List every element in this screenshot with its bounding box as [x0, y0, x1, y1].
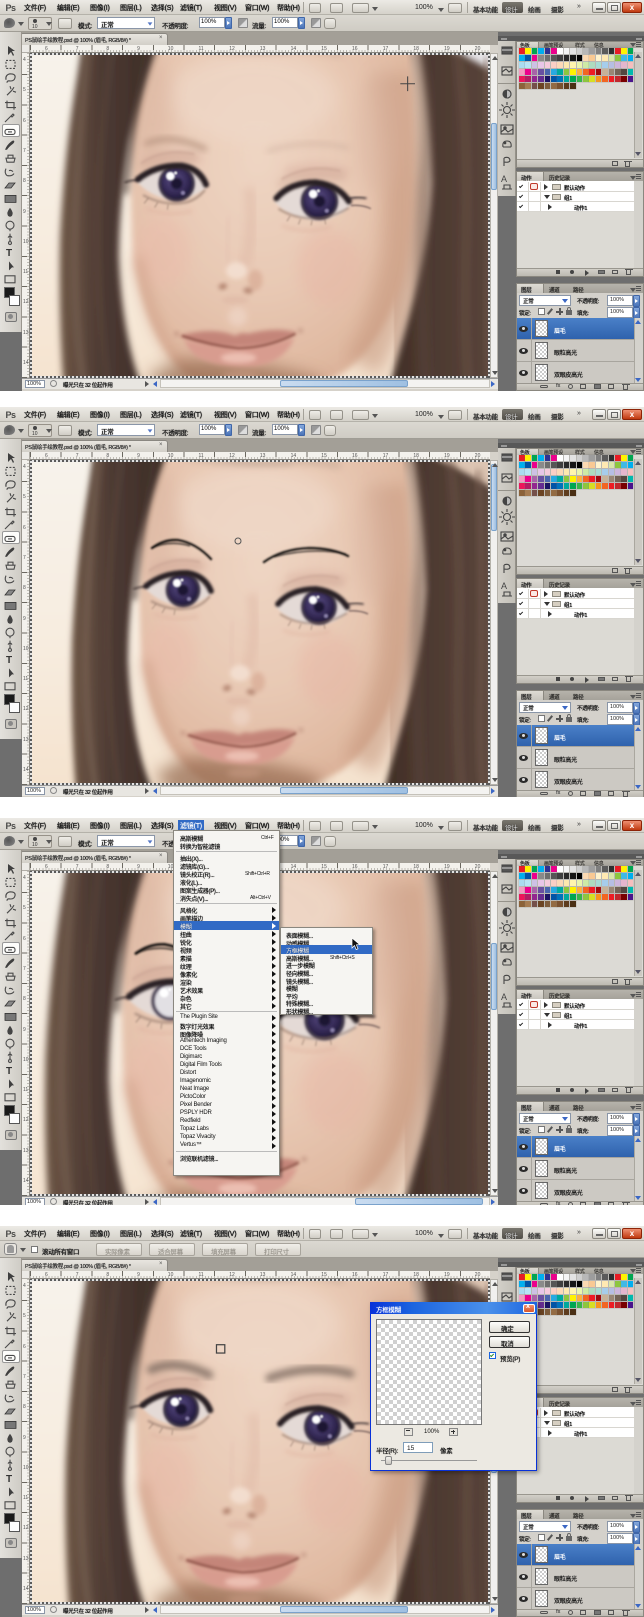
- svg-text:A: A: [501, 992, 507, 1002]
- svg-text:T: T: [6, 1066, 12, 1077]
- svg-text:T: T: [6, 655, 12, 666]
- svg-text:A: A: [501, 581, 507, 591]
- svg-text:A: A: [501, 174, 507, 184]
- svg-text:T: T: [6, 1474, 12, 1485]
- svg-text:T: T: [6, 248, 12, 259]
